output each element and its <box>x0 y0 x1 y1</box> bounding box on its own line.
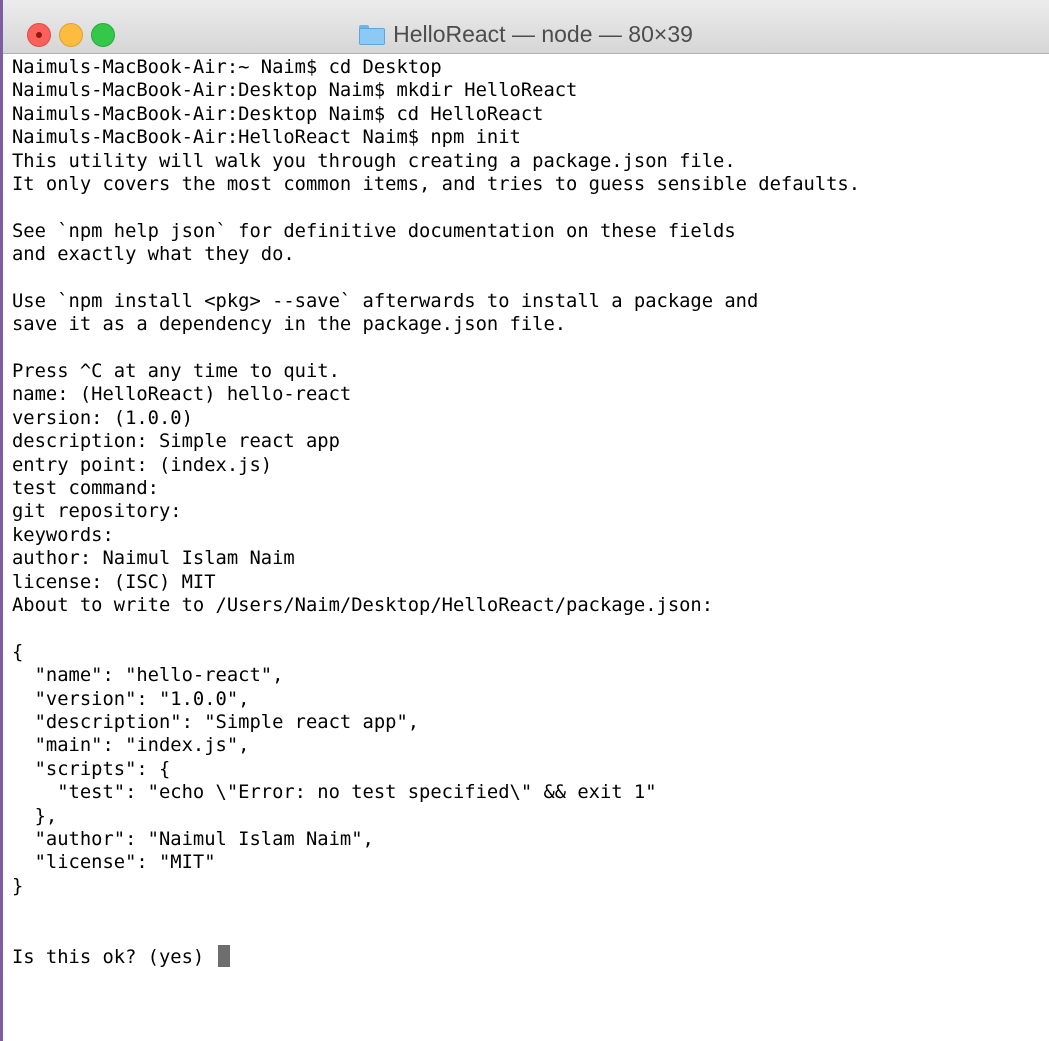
terminal-line: "main": "index.js", <box>12 735 250 757</box>
terminal-line: "test": "echo \"Error: no test specified… <box>12 782 657 804</box>
terminal-line: Use `npm install <pkg> --save` afterward… <box>12 290 759 312</box>
terminal-line: version: (1.0.0) <box>12 407 193 429</box>
terminal-line: { <box>12 641 24 663</box>
window-title-group: HelloReact — node — 80×39 <box>3 20 1049 48</box>
terminal-line: "name": "hello-react", <box>12 665 284 687</box>
terminal-line: This utility will walk you through creat… <box>12 150 736 172</box>
terminal-line: } <box>12 875 24 897</box>
title-bar[interactable]: HelloReact — node — 80×39 <box>3 0 1049 54</box>
terminal-line: Press ^C at any time to quit. <box>12 361 340 383</box>
terminal-line: "description": "Simple react app", <box>12 711 420 733</box>
terminal-line: Naimuls-MacBook-Air:HelloReact Naim$ npm… <box>12 127 521 149</box>
terminal-line: license: (ISC) MIT <box>12 571 216 593</box>
text-cursor <box>217 944 230 967</box>
input-prompt-line[interactable]: Is this ok? (yes) <box>12 944 1042 968</box>
terminal-line: }, <box>12 805 58 827</box>
terminal-output[interactable]: Naimuls-MacBook-Air:~ Naim$ cd Desktop Na… <box>12 56 1042 1036</box>
input-prompt: Is this ok? (yes) <box>12 946 216 968</box>
terminal-line: description: Simple react app <box>12 431 340 453</box>
window-left-edge <box>0 0 3 1041</box>
terminal-line: author: Naimul Islam Naim <box>12 548 295 570</box>
terminal-line: See `npm help json` for definitive docum… <box>12 220 736 242</box>
folder-icon <box>359 25 386 45</box>
terminal-line: About to write to /Users/Naim/Desktop/He… <box>12 594 714 616</box>
folder-icon-body <box>359 28 386 45</box>
terminal-line: "scripts": { <box>12 758 171 780</box>
terminal-line: Naimuls-MacBook-Air:~ Naim$ cd Desktop <box>12 57 442 78</box>
terminal-line: entry point: (index.js) <box>12 454 273 476</box>
terminal-line: and exactly what they do. <box>12 244 295 266</box>
terminal-line: "version": "1.0.0", <box>12 688 250 710</box>
window-title: HelloReact — node — 80×39 <box>393 21 693 47</box>
terminal-line: It only covers the most common items, an… <box>12 173 861 195</box>
terminal-line: "license": "MIT" <box>12 852 216 874</box>
terminal-line: name: (HelloReact) hello-react <box>12 384 352 406</box>
terminal-line: Naimuls-MacBook-Air:Desktop Naim$ cd Hel… <box>12 103 544 125</box>
terminal-line: keywords: <box>12 524 114 546</box>
terminal-line: Naimuls-MacBook-Air:Desktop Naim$ mkdir … <box>12 80 578 102</box>
terminal-window: HelloReact — node — 80×39 Naimuls-MacBoo… <box>0 0 1049 1041</box>
terminal-lines: Naimuls-MacBook-Air:~ Naim$ cd Desktop Na… <box>12 56 1042 945</box>
terminal-line: "author": "Naimul Islam Naim", <box>12 828 374 850</box>
terminal-line: save it as a dependency in the package.j… <box>12 314 567 336</box>
terminal-line: test command: <box>12 478 159 500</box>
terminal-line: git repository: <box>12 501 182 523</box>
